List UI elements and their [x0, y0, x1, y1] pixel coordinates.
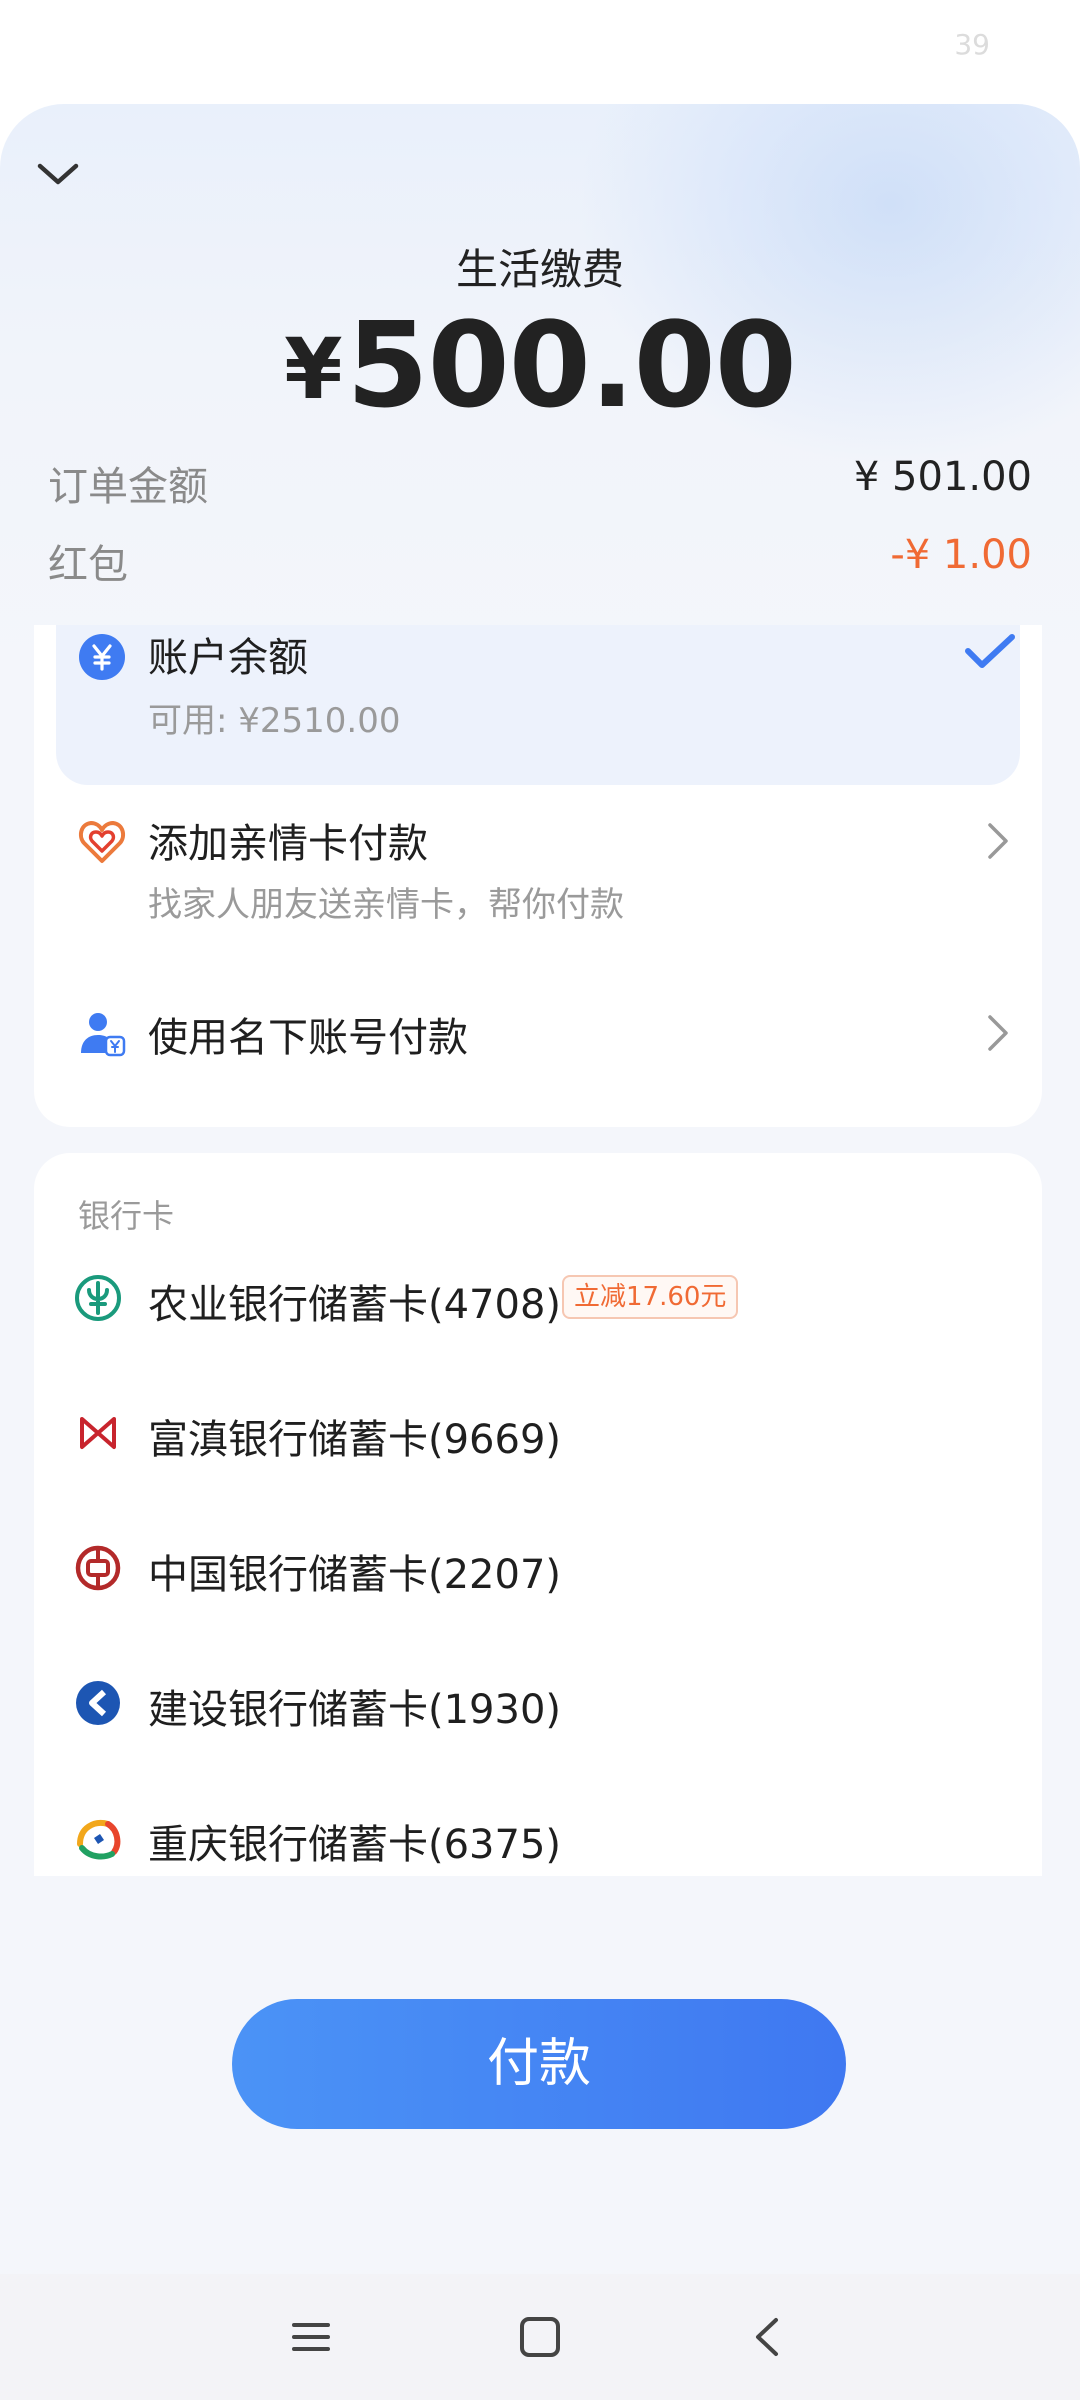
coupon-row: 红包 -¥ 1.00 [48, 532, 1032, 588]
bank-cards-card: 银行卡 农业银行储蓄卡(4708) 立减17.60元 富滇银行储蓄卡(9669)… [34, 1153, 1042, 1876]
user-account-icon [81, 1013, 126, 1057]
bank-card-row[interactable]: 建设银行储蓄卡(1930) [34, 1653, 1042, 1753]
bank-card-name: 建设银行储蓄卡(1930) [148, 1687, 562, 1733]
chevron-right-icon [988, 823, 1008, 859]
balance-option[interactable]: 账户余额 可用: ¥2510.00 [56, 625, 1020, 785]
collapse-button[interactable] [30, 146, 86, 202]
amount-value: 500.00 [346, 296, 797, 434]
ccb-bank-icon [76, 1681, 120, 1725]
coupon-value: -¥ 1.00 [890, 532, 1032, 578]
fudian-bank-icon [80, 1417, 116, 1449]
navigation-bar [0, 2274, 1080, 2400]
chevron-down-icon [37, 163, 79, 185]
order-amount-label: 订单金额 [48, 464, 208, 510]
payment-sheet: 生活缴费 ¥500.00 订单金额 ¥ 501.00 红包 -¥ 1.00 账户… [0, 104, 1080, 2274]
bank-card-row[interactable]: 重庆银行储蓄卡(6375) [34, 1788, 1042, 1876]
bank-card-name: 富滇银行储蓄卡(9669) [148, 1417, 562, 1463]
family-card-option[interactable]: 添加亲情卡付款 找家人朋友送亲情卡，帮你付款 [34, 795, 1042, 945]
balance-title: 账户余额 [148, 635, 308, 681]
yuan-coin-icon [79, 634, 125, 680]
payment-amount: ¥500.00 [0, 296, 1080, 434]
own-account-title: 使用名下账号付款 [148, 1015, 468, 1061]
bank-card-row[interactable]: 中国银行储蓄卡(2207) [34, 1518, 1042, 1618]
family-card-title: 添加亲情卡付款 [148, 821, 428, 867]
bank-card-row[interactable]: 富滇银行储蓄卡(9669) [34, 1383, 1042, 1483]
back-icon[interactable] [744, 2312, 794, 2362]
bank-card-name: 农业银行储蓄卡(4708) [148, 1282, 562, 1328]
bank-card-row[interactable]: 农业银行储蓄卡(4708) 立减17.60元 [34, 1248, 1042, 1348]
cq-bank-icon [77, 1820, 121, 1860]
bank-card-name: 中国银行储蓄卡(2207) [148, 1552, 562, 1598]
balance-available: 可用: ¥2510.00 [148, 701, 401, 741]
own-account-option[interactable]: 使用名下账号付款 [34, 985, 1042, 1095]
abc-bank-icon [75, 1275, 121, 1321]
payment-options-card: 账户余额 可用: ¥2510.00 添加亲情卡付款 找家人朋友送亲情卡，帮你付款 [34, 625, 1042, 1127]
menu-icon[interactable] [286, 2312, 336, 2362]
chevron-right-icon [988, 1015, 1008, 1051]
status-time: 39 [954, 28, 990, 61]
boc-bank-icon [75, 1545, 121, 1591]
family-card-subtitle: 找家人朋友送亲情卡，帮你付款 [148, 885, 624, 925]
bank-card-name: 重庆银行储蓄卡(6375) [148, 1822, 562, 1868]
home-square-icon[interactable] [515, 2312, 565, 2362]
order-amount-row: 订单金额 ¥ 501.00 [48, 454, 1032, 510]
heart-link-icon [78, 821, 126, 863]
coupon-label: 红包 [48, 542, 128, 588]
check-icon [965, 634, 1015, 668]
page-title: 生活缴费 [455, 245, 624, 294]
bank-cards-section-label: 银行卡 [78, 1197, 175, 1235]
discount-badge: 立减17.60元 [562, 1275, 739, 1319]
order-amount-value: ¥ 501.00 [853, 454, 1032, 500]
pay-button[interactable]: 付款 [232, 1999, 846, 2129]
currency-symbol: ¥ [284, 320, 343, 418]
status-bar: 39 [0, 0, 1080, 104]
